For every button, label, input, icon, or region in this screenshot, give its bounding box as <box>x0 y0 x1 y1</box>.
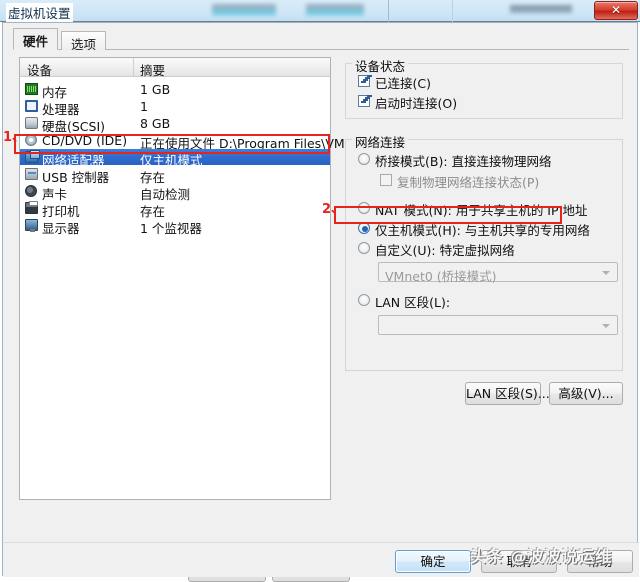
header-column-divider <box>133 58 134 77</box>
table-row-network-adapter[interactable]: 网络适配器 仅主机模式 <box>20 149 330 168</box>
device-name: CD/DVD (IDE) <box>42 133 128 148</box>
network-connection-group: 网络连接 桥接模式(B): 直接连接物理网络 复制物理网络连接状态(P) NAT… <box>345 132 623 371</box>
device-summary: 1 <box>140 99 148 114</box>
radio-lan-segment-label: LAN 区段(L): <box>375 295 451 310</box>
chevron-down-icon[interactable] <box>602 271 610 275</box>
checkbox-replicate-physical-state-box[interactable] <box>380 174 392 186</box>
titlebar-divider-2 <box>452 0 453 22</box>
table-row[interactable]: 处理器 1 <box>20 98 330 117</box>
host-window-titlebar: 虚拟机设置 ✕ <box>0 0 640 23</box>
chevron-down-icon[interactable] <box>602 324 610 328</box>
table-row[interactable]: 显示器 1 个监视器 <box>20 217 330 236</box>
radio-custom-dot[interactable] <box>358 242 370 254</box>
cancel-button[interactable]: 取消 <box>481 550 557 573</box>
radio-bridged-label: 桥接模式(B): 直接连接物理网络 <box>375 154 552 169</box>
radio-host-only-dot[interactable] <box>358 222 370 234</box>
device-summary: 8 GB <box>140 116 171 131</box>
table-row[interactable]: 打印机 存在 <box>20 200 330 219</box>
usb-controller-icon <box>25 168 38 180</box>
checkbox-replicate-physical-state-label: 复制物理网络连接状态(P) <box>397 175 540 190</box>
checkbox-connect-at-power-on-box[interactable] <box>358 95 370 107</box>
cd-dvd-icon <box>25 134 38 146</box>
custom-network-combo-value: VMnet0 (桥接模式) <box>385 269 497 284</box>
vm-settings-dialog: 硬件 选项 设备 摘要 内存 1 GB 处理器 1 硬盘(SCSI) 8 GB … <box>2 22 639 582</box>
help-button[interactable]: 帮助 <box>567 550 633 573</box>
ok-button[interactable]: 确定 <box>395 550 471 573</box>
table-row[interactable]: 声卡 自动检测 <box>20 183 330 202</box>
dialog-footer: 确定 取消 帮助 <box>3 542 639 577</box>
titlebar-divider-1 <box>388 0 389 22</box>
memory-icon <box>25 83 38 95</box>
redacted-label-1 <box>212 4 276 16</box>
advanced-button[interactable]: 高级(V)... <box>549 382 623 405</box>
network-connection-group-title: 网络连接 <box>352 132 409 151</box>
checkbox-connected-box[interactable] <box>358 75 370 87</box>
radio-custom-label: 自定义(U): 特定虚拟网络 <box>375 243 515 258</box>
table-row[interactable]: USB 控制器 存在 <box>20 166 330 185</box>
device-summary: 1 GB <box>140 82 171 97</box>
harddisk-icon <box>25 117 38 129</box>
table-row[interactable]: 内存 1 GB <box>20 81 330 100</box>
checkbox-connected-label: 已连接(C) <box>375 76 431 91</box>
host-window-title: 虚拟机设置 <box>6 3 73 23</box>
table-row[interactable]: 硬盘(SCSI) 8 GB <box>20 115 330 134</box>
table-row[interactable]: CD/DVD (IDE) 正在使用文件 D:\Program Files\VM.… <box>20 132 357 151</box>
display-icon <box>25 219 38 232</box>
redacted-label-2 <box>306 4 364 16</box>
radio-bridged-dot[interactable] <box>358 153 370 165</box>
tab-options[interactable]: 选项 <box>61 31 107 52</box>
column-header-device[interactable]: 设备 <box>27 60 52 79</box>
device-status-group: 设备状态 已连接(C) 启动时连接(O) <box>345 56 623 119</box>
device-summary: 1 个监视器 <box>140 221 202 236</box>
lan-segment-combo[interactable] <box>378 315 618 335</box>
close-icon[interactable]: ✕ <box>594 1 638 20</box>
sound-card-icon <box>25 185 38 197</box>
radio-nat-dot[interactable] <box>358 202 370 214</box>
radio-lan-segment-dot[interactable] <box>358 294 370 306</box>
tab-strip: 硬件 选项 <box>13 28 629 52</box>
custom-network-combo[interactable]: VMnet0 (桥接模式) <box>378 262 618 284</box>
tab-hardware[interactable]: 硬件 <box>13 28 59 50</box>
column-header-summary[interactable]: 摘要 <box>140 60 165 79</box>
device-list[interactable]: 设备 摘要 内存 1 GB 处理器 1 硬盘(SCSI) 8 GB CD/DVD <box>19 57 357 500</box>
network-adapter-icon <box>25 150 40 163</box>
printer-icon <box>25 201 38 214</box>
radio-nat-label: NAT 模式(N): 用于共享主机的 IP 地址 <box>375 203 588 218</box>
device-name: 显示器 <box>42 221 80 236</box>
cpu-icon <box>25 100 38 112</box>
radio-host-only-label: 仅主机模式(H): 与主机共享的专用网络 <box>375 223 590 238</box>
device-list-header: 设备 摘要 <box>20 58 330 79</box>
dialog-content: 设备 摘要 内存 1 GB 处理器 1 硬盘(SCSI) 8 GB CD/DVD <box>13 51 629 582</box>
redacted-label-3 <box>510 5 572 13</box>
checkbox-connect-at-power-on-label: 启动时连接(O) <box>375 96 458 111</box>
lan-segment-button[interactable]: LAN 区段(S)... <box>465 382 550 405</box>
